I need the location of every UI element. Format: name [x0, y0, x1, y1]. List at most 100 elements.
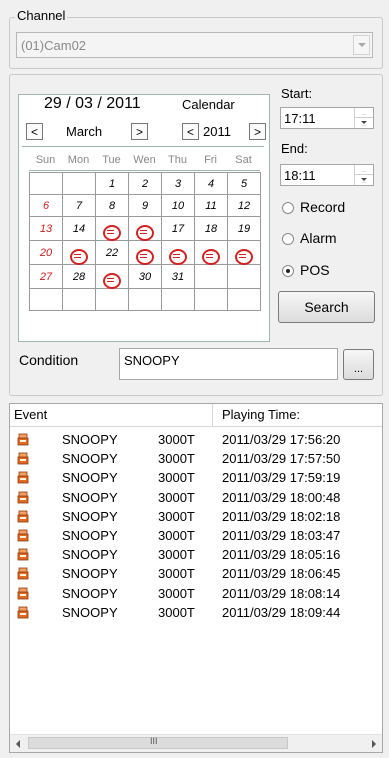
- calendar-day[interactable]: 29: [95, 264, 129, 289]
- spin-down-icon[interactable]: [355, 118, 373, 128]
- calendar-day[interactable]: 25: [194, 240, 228, 265]
- calendar-day-number: 8: [108, 199, 116, 212]
- alarm-radio[interactable]: [282, 233, 294, 245]
- calendar-day[interactable]: 26: [227, 240, 261, 265]
- calendar-day[interactable]: 12: [227, 194, 261, 217]
- condition-browse-button[interactable]: ...: [343, 349, 374, 380]
- next-month-button[interactable]: >: [131, 123, 148, 140]
- calendar-day[interactable]: 1: [95, 172, 129, 195]
- weekday-wen: Wen: [133, 154, 156, 166]
- calendar-day[interactable]: 21: [62, 240, 96, 265]
- calendar-day[interactable]: 28: [62, 264, 96, 289]
- calendar-day[interactable]: 22: [95, 240, 129, 265]
- calendar-day[interactable]: 17: [161, 216, 195, 241]
- event-name: SNOOPY: [62, 489, 118, 505]
- calendar-day[interactable]: 13: [29, 216, 63, 241]
- weekday-divider: [29, 170, 260, 171]
- pos-event-icon: [17, 433, 29, 446]
- calendar-day[interactable]: 19: [227, 216, 261, 241]
- recording-marker-icon: 21: [70, 249, 88, 265]
- year-label: 2011: [203, 124, 231, 139]
- end-time-updown[interactable]: [354, 165, 373, 185]
- start-time-spinner[interactable]: 17:11: [280, 107, 374, 129]
- calendar-day-number: 30: [138, 270, 152, 283]
- calendar-day[interactable]: 6: [29, 194, 63, 217]
- pos-event-icon: [17, 567, 29, 580]
- condition-input[interactable]: SNOOPY: [119, 348, 338, 380]
- event-row[interactable]: SNOOPY 3000T 2011/03/29 17:59:19: [10, 469, 382, 487]
- calendar-day[interactable]: 5: [227, 172, 261, 195]
- event-row[interactable]: SNOOPY 3000T 2011/03/29 17:57:50: [10, 450, 382, 468]
- pos-radio[interactable]: [282, 265, 294, 277]
- record-radio-label[interactable]: Record: [300, 199, 345, 215]
- calendar-day[interactable]: 18: [194, 216, 228, 241]
- chevron-down-icon[interactable]: [353, 35, 370, 55]
- next-year-button[interactable]: >: [249, 123, 266, 140]
- event-device: 3000T: [158, 489, 195, 505]
- event-device: 3000T: [158, 528, 195, 543]
- calendar-day[interactable]: 3: [161, 172, 195, 195]
- calendar-week: 20 21 22 23 24 25 26: [29, 240, 261, 265]
- calendar-empty-cell: [62, 172, 96, 195]
- end-time-spinner[interactable]: 18:11: [280, 164, 374, 186]
- event-row[interactable]: SNOOPY 3000T 2011/03/29 18:06:45: [10, 565, 382, 583]
- scroll-thumb[interactable]: [28, 737, 288, 749]
- event-name: SNOOPY: [62, 528, 118, 543]
- calendar-day[interactable]: 10: [161, 194, 195, 217]
- calendar-day[interactable]: 24: [161, 240, 195, 265]
- alarm-radio-label[interactable]: Alarm: [300, 230, 337, 246]
- spin-up-icon[interactable]: [355, 165, 373, 175]
- prev-year-button[interactable]: <: [182, 123, 199, 140]
- calendar-empty-cell: [194, 264, 228, 289]
- scroll-left-icon[interactable]: [16, 740, 20, 748]
- event-row[interactable]: SNOOPY 3000T 2011/03/29 17:56:20: [10, 431, 382, 449]
- search-button[interactable]: Search: [278, 291, 375, 323]
- event-row[interactable]: SNOOPY 3000T 2011/03/29 18:05:16: [10, 546, 382, 564]
- calendar-day[interactable]: 31: [161, 264, 195, 289]
- record-radio[interactable]: [282, 202, 294, 214]
- column-header-event[interactable]: Event: [10, 404, 213, 426]
- recording-marker-icon: 15: [103, 225, 121, 241]
- event-name: SNOOPY: [62, 585, 118, 601]
- calendar-day[interactable]: 16: [128, 216, 162, 241]
- calendar-day[interactable]: 9: [128, 194, 162, 217]
- prev-month-button[interactable]: <: [26, 123, 43, 140]
- calendar-day[interactable]: 23: [128, 240, 162, 265]
- start-time-updown[interactable]: [354, 108, 373, 128]
- calendar-empty-cell: [95, 288, 129, 311]
- calendar-day[interactable]: 14: [62, 216, 96, 241]
- event-row[interactable]: SNOOPY 3000T 2011/03/29 18:09:44: [10, 604, 382, 622]
- calendar-day[interactable]: 27: [29, 264, 63, 289]
- channel-select[interactable]: (01)Cam02: [16, 32, 373, 58]
- event-row[interactable]: SNOOPY 3000T 2011/03/29 18:03:47: [10, 527, 382, 545]
- calendar-day-number: 11: [205, 199, 217, 212]
- pos-radio-label[interactable]: POS: [300, 262, 330, 278]
- horizontal-scrollbar[interactable]: III: [10, 734, 382, 752]
- calendar-day[interactable]: 8: [95, 194, 129, 217]
- calendar-day[interactable]: 20: [29, 240, 63, 265]
- calendar-day-number: 4: [207, 177, 215, 190]
- calendar-day[interactable]: 30: [128, 264, 162, 289]
- calendar-week: 27 28 29 30 31: [29, 264, 261, 289]
- calendar-day[interactable]: 7: [62, 194, 96, 217]
- calendar-day[interactable]: 15: [95, 216, 129, 241]
- calendar-day[interactable]: 11: [194, 194, 228, 217]
- event-row[interactable]: SNOOPY 3000T 2011/03/29 18:02:18: [10, 508, 382, 526]
- calendar-day-number: 5: [240, 177, 248, 190]
- spin-down-icon[interactable]: [355, 175, 373, 185]
- calendar-day-number: 20: [39, 246, 53, 259]
- event-row[interactable]: SNOOPY 3000T 2011/03/29 18:08:14: [10, 585, 382, 603]
- recording-marker-icon: 25: [202, 249, 220, 265]
- event-playing-time: 2011/03/29 18:00:48: [222, 489, 341, 505]
- event-row[interactable]: SNOOPY 3000T 2011/03/29 18:00:48: [10, 489, 382, 507]
- calendar-header-divider: [22, 146, 264, 147]
- calendar-day[interactable]: 4: [194, 172, 228, 195]
- scroll-right-icon[interactable]: [372, 740, 376, 748]
- column-header-playing-time[interactable]: Playing Time:: [213, 404, 382, 426]
- event-playing-time: 2011/03/29 17:57:50: [222, 451, 341, 467]
- event-list[interactable]: Event Playing Time: SNOOPY 3000T 2011/03/2…: [9, 403, 383, 753]
- calendar-day-number: 17: [171, 222, 185, 235]
- pos-event-icon: [17, 587, 29, 599]
- calendar-day[interactable]: 2: [128, 172, 162, 195]
- spin-up-icon[interactable]: [355, 108, 373, 118]
